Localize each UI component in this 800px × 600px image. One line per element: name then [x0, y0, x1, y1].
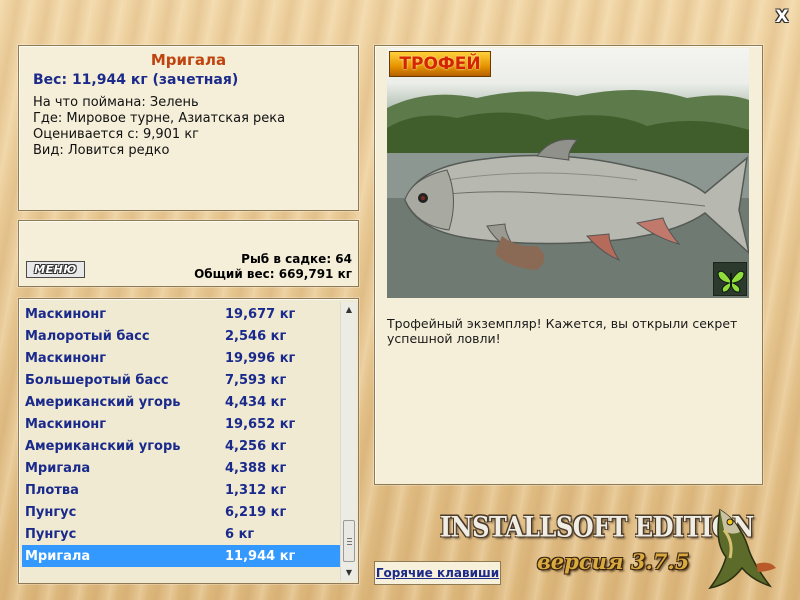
butterfly-icon[interactable]	[713, 262, 747, 296]
rarity-line: Вид: Ловится редко	[33, 143, 170, 158]
catch-list-item[interactable]: Пунгус 6 кг	[22, 523, 340, 545]
scrollbar-thumb[interactable]	[343, 520, 355, 562]
catch-fish-name: Мригала	[25, 461, 91, 476]
close-button[interactable]: X	[773, 8, 791, 26]
catch-fish-weight: 7,593 кг	[225, 373, 287, 388]
scroll-down-icon[interactable]: ▼	[341, 565, 357, 581]
catch-fish-weight: 11,944 кг	[225, 549, 296, 564]
catch-fish-name: Маскинонг	[25, 417, 107, 432]
catch-fish-name: Мригала	[25, 549, 91, 564]
catch-list-item[interactable]: Маскинонг 19,677 кг	[22, 303, 340, 325]
catch-fish-weight: 19,996 кг	[225, 351, 296, 366]
catch-fish-weight: 19,677 кг	[225, 307, 296, 322]
trophy-panel: ТРОФЕЙ Трофейный экземпляр! Кажется, вы …	[374, 45, 763, 485]
scroll-up-icon[interactable]: ▲	[341, 302, 357, 318]
catch-list: Маскинонг 19,677 кг Малоротый басс 2,546 кг…	[22, 303, 340, 567]
catch-fish-weight: 2,546 кг	[225, 329, 287, 344]
catch-list-item[interactable]: Мригала 4,388 кг	[22, 457, 340, 479]
catch-fish-name: Большеротый басс	[25, 373, 169, 388]
fish-illustration	[387, 89, 749, 298]
version-label: версия 3.7.5	[537, 549, 690, 574]
catch-fish-weight: 19,652 кг	[225, 417, 296, 432]
catch-fish-name: Плотва	[25, 483, 79, 498]
catch-fish-name: Маскинонг	[25, 307, 107, 322]
catch-fish-name: Малоротый басс	[25, 329, 150, 344]
fish-count: Рыб в садке: 64	[241, 252, 352, 266]
keepnet-summary-panel: МЕНЮ Рыб в садке: 64 Общий вес: 669,791 …	[18, 220, 359, 287]
location-line: Где: Мировое турне, Азиатская река	[33, 111, 286, 126]
catch-fish-weight: 6,219 кг	[225, 505, 287, 520]
catch-fish-weight: 1,312 кг	[225, 483, 287, 498]
catch-fish-name: Американский угорь	[25, 439, 181, 454]
catch-list-item[interactable]: Американский угорь 4,434 кг	[22, 391, 340, 413]
trophy-badge: ТРОФЕЙ	[389, 51, 491, 77]
catch-list-item[interactable]: Американский угорь 4,256 кг	[22, 435, 340, 457]
catch-list-item[interactable]: Мригала 11,944 кг	[22, 545, 340, 567]
trophy-description: Трофейный экземпляр! Кажется, вы открыли…	[387, 316, 738, 346]
catch-fish-name: Маскинонг	[25, 351, 107, 366]
catch-fish-name: Пунгус	[25, 527, 77, 542]
fish-title: Мригала	[150, 51, 227, 69]
fish-info-panel: Мригала Вес: 11,944 кг (зачетная) На что…	[18, 45, 359, 211]
catch-fish-weight: 6 кг	[225, 527, 255, 542]
fish-photo: ТРОФЕЙ	[387, 48, 749, 298]
valued-line: Оценивается с: 9,901 кг	[33, 127, 200, 142]
bait-line: На что поймана: Зелень	[33, 95, 199, 110]
fish-weight: Вес: 11,944 кг (зачетная)	[33, 72, 239, 88]
catch-fish-weight: 4,434 кг	[225, 395, 287, 410]
catch-list-item[interactable]: Маскинонг 19,652 кг	[22, 413, 340, 435]
pike-fish-icon	[700, 502, 780, 592]
catch-fish-weight: 4,256 кг	[225, 439, 287, 454]
catch-list-item[interactable]: Плотва 1,312 кг	[22, 479, 340, 501]
catch-fish-weight: 4,388 кг	[225, 461, 287, 476]
scrollbar[interactable]: ▲ ▼	[340, 302, 356, 581]
hotkeys-button[interactable]: Горячие клавиши	[374, 561, 501, 585]
catch-fish-name: Американский угорь	[25, 395, 181, 410]
catch-fish-name: Пунгус	[25, 505, 77, 520]
catch-list-item[interactable]: Большеротый басс 7,593 кг	[22, 369, 340, 391]
catch-list-item[interactable]: Пунгус 6,219 кг	[22, 501, 340, 523]
catch-list-panel: Маскинонг 19,677 кг Малоротый басс 2,546 кг…	[18, 298, 359, 584]
total-weight: Общий вес: 669,791 кг	[194, 267, 352, 281]
menu-button[interactable]: МЕНЮ	[26, 261, 85, 278]
catch-list-item[interactable]: Малоротый басс 2,546 кг	[22, 325, 340, 347]
catch-list-item[interactable]: Маскинонг 19,996 кг	[22, 347, 340, 369]
